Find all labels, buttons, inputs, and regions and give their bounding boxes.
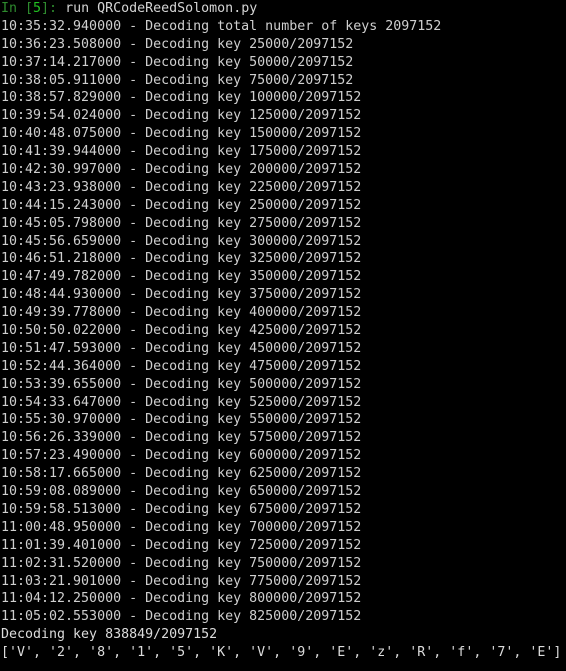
log-line: 10:44:15.243000 - Decoding key 250000/20…	[1, 197, 362, 213]
log-line: 10:45:05.798000 - Decoding key 275000/20…	[1, 215, 362, 231]
status-line: Decoding key 838849/2097152	[1, 627, 218, 643]
log-line: 10:49:39.778000 - Decoding key 400000/20…	[1, 305, 362, 321]
prompt-command-text: run QRCodeReedSolomon.py	[57, 1, 257, 16]
log-line: 10:38:57.829000 - Decoding key 100000/20…	[1, 90, 362, 106]
log-line: 10:38:05.911000 - Decoding key 75000/209…	[1, 72, 354, 88]
log-line: 10:43:23.938000 - Decoding key 225000/20…	[1, 179, 362, 195]
prompt-close-label: ]:	[41, 1, 58, 16]
log-line: 10:58:17.665000 - Decoding key 625000/20…	[1, 466, 362, 482]
log-line: 11:04:12.250000 - Decoding key 800000/20…	[1, 591, 362, 607]
prompt-in-label: In [	[1, 1, 34, 16]
log-line: 10:42:30.997000 - Decoding key 200000/20…	[1, 162, 362, 178]
log-line: 10:46:51.218000 - Decoding key 325000/20…	[1, 251, 362, 267]
log-line: 10:55:30.970000 - Decoding key 550000/20…	[1, 412, 362, 428]
log-line: 11:02:31.520000 - Decoding key 750000/20…	[1, 555, 362, 571]
log-line: 10:52:44.364000 - Decoding key 475000/20…	[1, 358, 362, 374]
log-line: 10:35:32.940000 - Decoding total number …	[1, 18, 442, 34]
prompt-execution-count: 5	[33, 1, 42, 16]
log-line: 10:39:54.024000 - Decoding key 125000/20…	[1, 108, 362, 124]
log-line: 10:45:56.659000 - Decoding key 300000/20…	[1, 233, 362, 249]
log-line: 10:54:33.647000 - Decoding key 525000/20…	[1, 394, 362, 410]
log-line: 10:48:44.930000 - Decoding key 375000/20…	[1, 287, 362, 303]
log-line: 10:53:39.655000 - Decoding key 500000/20…	[1, 376, 362, 392]
log-line: 10:51:47.593000 - Decoding key 450000/20…	[1, 340, 362, 356]
log-line: 11:03:21.901000 - Decoding key 775000/20…	[1, 573, 362, 589]
log-line: 10:59:58.513000 - Decoding key 675000/20…	[1, 501, 362, 517]
log-line: 10:56:26.339000 - Decoding key 575000/20…	[1, 430, 362, 446]
log-line: 10:40:48.075000 - Decoding key 150000/20…	[1, 126, 362, 142]
log-lines-container: 10:35:32.940000 - Decoding total number …	[0, 18, 566, 626]
log-line: 10:41:39.944000 - Decoding key 175000/20…	[1, 144, 362, 160]
log-line: 10:36:23.508000 - Decoding key 25000/209…	[1, 36, 354, 52]
log-line: 10:50:50.022000 - Decoding key 425000/20…	[1, 323, 362, 339]
log-line: 10:59:08.089000 - Decoding key 650000/20…	[1, 484, 362, 500]
command-string: run QRCodeReedSolomon.py	[65, 1, 258, 16]
result-line: ['V', '2', '8', '1', '5', 'K', 'V', '9',…	[1, 645, 562, 661]
log-line: 11:00:48.950000 - Decoding key 700000/20…	[1, 519, 362, 535]
input-prompt-line: In [5]: run QRCodeReedSolomon.py	[0, 0, 566, 18]
log-line: 11:01:39.401000 - Decoding key 725000/20…	[1, 537, 362, 553]
log-line: 11:05:02.553000 - Decoding key 825000/20…	[1, 609, 362, 625]
log-line: 10:37:14.217000 - Decoding key 50000/209…	[1, 54, 354, 70]
log-line: 10:47:49.782000 - Decoding key 350000/20…	[1, 269, 362, 285]
terminal-output-area[interactable]: In [5]: run QRCodeReedSolomon.py 10:35:3…	[0, 0, 566, 671]
log-line: 10:57:23.490000 - Decoding key 600000/20…	[1, 448, 362, 464]
